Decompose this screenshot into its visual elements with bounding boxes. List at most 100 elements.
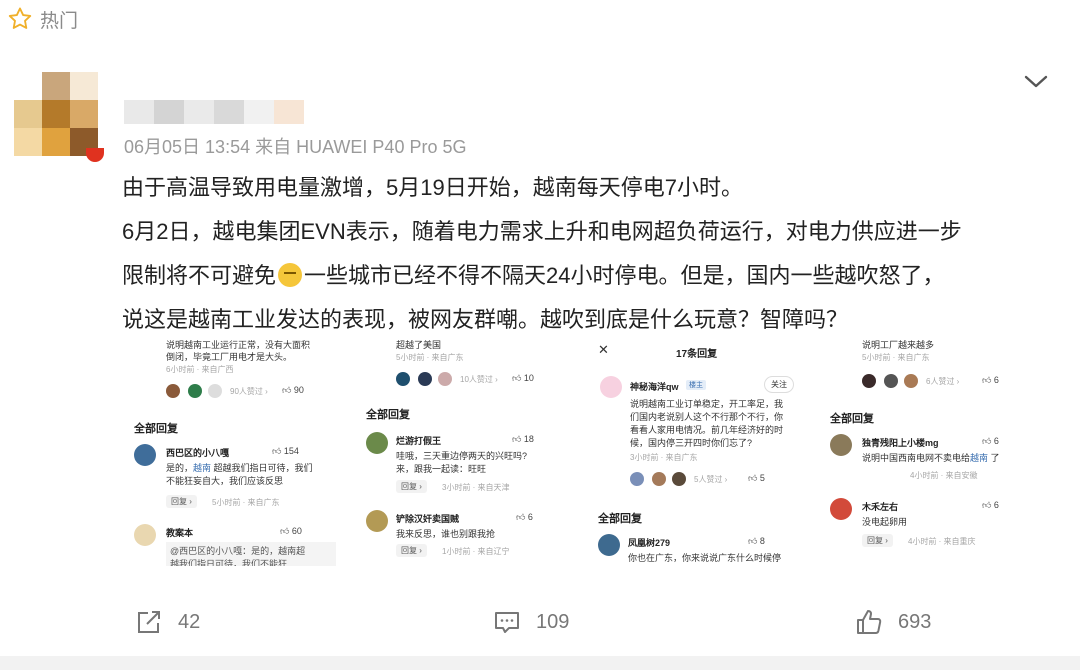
like-count[interactable]: 👍︎ 10 (512, 373, 534, 384)
commenter-name[interactable]: 凤凰树279 (628, 536, 670, 549)
commenter-avatar[interactable] (134, 444, 156, 466)
verified-badge-icon (86, 148, 104, 162)
commenter-avatar[interactable] (366, 432, 388, 454)
likers-link[interactable]: 5人赞过 › (694, 474, 727, 485)
chevron-down-icon[interactable] (1022, 70, 1050, 94)
post-line-2: 6月2日，越电集团EVN表示，随着电力需求上升和电网超负荷运行，对电力供应进一步 (122, 219, 962, 244)
thumb-up-icon: 👍︎ (982, 436, 992, 446)
topic-link[interactable]: 越南 (970, 453, 988, 463)
comment-text: 哇哦，三天重边停两天的兴旺吗? (396, 451, 528, 461)
section-title: 全部回复 (830, 413, 874, 425)
username-blurred[interactable] (124, 100, 304, 124)
liker-avatar (418, 372, 432, 386)
commenter-name[interactable]: 教案本 (166, 526, 193, 539)
thumb-up-icon: 👍︎ (748, 473, 758, 483)
like-count[interactable]: 👍︎ 6 (982, 375, 999, 386)
comment-like[interactable]: 👍︎ 60 (280, 526, 302, 537)
comment-text: 说明中国西南电网不卖电给越南 了 (862, 453, 1000, 463)
like-count[interactable]: 👍︎ 90 (282, 385, 304, 396)
replies-title: 17条回复 (676, 349, 718, 360)
liker-avatar (652, 472, 666, 486)
comment-like[interactable]: 👍︎ 8 (748, 536, 765, 547)
liker-avatar (166, 384, 180, 398)
top-text-b: 倒闭，毕竟工厂用电才是大头。 (166, 352, 293, 362)
liker-avatar (630, 472, 644, 486)
liker-avatar (672, 472, 686, 486)
reply-button[interactable]: 回复 › (396, 544, 427, 557)
comment-like[interactable]: 👍︎ 18 (512, 434, 534, 445)
share-button[interactable]: 42 (134, 602, 200, 642)
comment-like[interactable]: 👍︎ 6 (516, 512, 533, 523)
share-icon (138, 611, 160, 633)
like-count: 693 (898, 610, 932, 633)
comment-time: 4小时前 · 来自重庆 (908, 537, 976, 546)
topic-link[interactable]: 越南 (193, 463, 211, 473)
comment-text: 候，国内停三开四时你们忘了? (630, 438, 753, 448)
liker-avatar (884, 374, 898, 388)
comment-like[interactable]: 👍︎ 6 (982, 436, 999, 447)
commenter-name[interactable]: 烂游打假王 (396, 434, 441, 447)
commenter-avatar[interactable] (830, 498, 852, 520)
commenter-name[interactable]: 独青残阳上小楼mg (862, 436, 939, 449)
commenter-avatar[interactable] (366, 510, 388, 532)
likers-link[interactable]: 10人赞过 › (460, 374, 498, 385)
commenter-avatar[interactable] (830, 434, 852, 456)
poster-avatar[interactable] (600, 376, 622, 398)
quote-text: 越我们指日可待，我们不能狂 (170, 559, 288, 566)
like-count[interactable]: 👍︎ 5 (748, 473, 765, 484)
comment-time: 3小时前 · 来自天津 (442, 483, 510, 492)
post-line-3: 限制将不可避免 一些城市已经不得不隔天24小时停电。但是，国内一些越吹怒了， (122, 254, 1052, 298)
likers-link[interactable]: 90人赞过 › (230, 386, 268, 397)
avatar[interactable] (14, 72, 98, 156)
screenshot-1[interactable]: 说明越南工业运行正常，没有大面积 倒闭，毕竟工厂用电才是大头。 6小时前 · 来… (122, 340, 344, 566)
commenter-avatar[interactable] (598, 534, 620, 556)
likers-link[interactable]: 6人赞过 › (926, 376, 959, 387)
reply-button[interactable]: 回复 › (862, 534, 893, 547)
image-grid[interactable]: 说明越南工业运行正常，没有大面积 倒闭，毕竟工厂用电才是大头。 6小时前 · 来… (122, 340, 1054, 566)
commenter-name[interactable]: 木禾左右 (862, 500, 898, 513)
top-time: 5小时前 · 来自广东 (396, 353, 464, 362)
post-line-3b: 一些城市已经不得不隔天24小时停电。但是，国内一些越吹怒了， (304, 263, 945, 288)
thumb-up-icon (857, 610, 882, 634)
comment-time: 4小时前 · 来自安徽 (910, 471, 978, 480)
comment-like[interactable]: 👍︎ 6 (982, 500, 999, 511)
commenter-avatar[interactable] (134, 524, 156, 546)
comment-like[interactable]: 👍︎ 154 (272, 446, 299, 457)
like-button[interactable]: 693 (854, 602, 931, 642)
top-time: 5小时前 · 来自广东 (862, 353, 930, 362)
comment-text: 们国内老说别人这个不行那个不行，你 (630, 412, 784, 422)
thumb-up-icon: 👍︎ (516, 512, 526, 522)
liker-avatar (188, 384, 202, 398)
close-icon[interactable]: ✕ (598, 342, 609, 358)
comment-icon (495, 612, 519, 633)
star-outline-icon (8, 7, 32, 29)
screenshot-4[interactable]: 说明工厂越来越多 5小时前 · 来自广东 6人赞过 › 👍︎ 6 全部回复 独青… (820, 340, 1046, 566)
commenter-name[interactable]: 西巴区的小八嘎 (166, 446, 229, 459)
comment-text: 没电起卵用 (862, 517, 908, 527)
liker-avatar (396, 372, 410, 386)
section-title: 全部回复 (598, 513, 642, 525)
thumb-up-icon: 👍︎ (512, 434, 522, 444)
liker-avatar (862, 374, 876, 388)
thumb-up-icon: 👍︎ (280, 526, 290, 536)
comment-text: 是的，越南 超越我们指日可待，我们 (166, 463, 313, 473)
thumb-up-icon: 👍︎ (982, 500, 992, 510)
reply-button[interactable]: 回复 › (166, 495, 197, 508)
screenshot-2[interactable]: 超越了美国 5小时前 · 来自广东 10人赞过 › 👍︎ 10 全部回复 烂游打… (356, 340, 578, 566)
top-text: 超越了美国 (396, 340, 442, 350)
follow-button[interactable]: 关注 (764, 376, 794, 393)
share-count: 42 (178, 610, 201, 633)
comment-button[interactable]: 109 (492, 602, 569, 642)
screenshot-3[interactable]: ✕ 17条回复 神秘海洋qw 楼主 关注 说明越南工业订单稳定，开工率足，我 们… (588, 340, 810, 566)
poster-name[interactable]: 神秘海洋qw (630, 380, 679, 393)
comment-time: 3小时前 · 来自广东 (630, 453, 698, 462)
section-title: 全部回复 (134, 423, 178, 435)
shush-emoji-icon (278, 263, 303, 287)
quoted-comment[interactable]: @西巴区的小八嘎：是的，越南超 越我们指日可待，我们不能狂 (166, 542, 336, 566)
commenter-name[interactable]: 铲除汉奸卖国贼 (396, 512, 459, 525)
comment-text: 不能狂妄自大，我们应该反思 (166, 476, 284, 486)
section-title: 全部回复 (366, 409, 410, 421)
comment-count: 109 (536, 610, 570, 633)
liker-avatar (438, 372, 452, 386)
reply-button[interactable]: 回复 › (396, 480, 427, 493)
